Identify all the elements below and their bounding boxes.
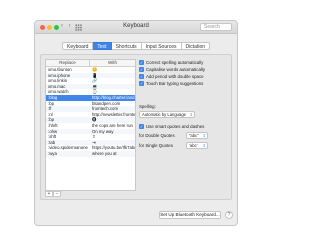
checkbox-checked-icon[interactable]: ✓ bbox=[139, 123, 144, 129]
keyboard-window: ‹ › Keyboard Search Keyboard Text Shortc… bbox=[34, 20, 238, 226]
single-quotes-value: ‘abc’ bbox=[189, 143, 198, 148]
column-with-header[interactable]: With bbox=[90, 60, 135, 66]
tab-keyboard[interactable]: Keyboard bbox=[61, 42, 94, 50]
help-button[interactable]: ? bbox=[225, 211, 233, 219]
remove-replacement-button[interactable]: − bbox=[53, 191, 61, 197]
text-panel: Replace With xmo.tbunton 🙂 xmo.iphone 📱 xm… bbox=[40, 54, 232, 200]
tab-text[interactable]: Text bbox=[93, 42, 112, 50]
column-replace-header[interactable]: Replace bbox=[46, 60, 90, 66]
with-cell: where you at bbox=[92, 150, 117, 156]
chevron-updown-icon: ⇕ bbox=[202, 133, 206, 138]
checkbox-checked-icon[interactable]: ✓ bbox=[139, 80, 144, 86]
table-edit-buttons: + − bbox=[45, 191, 61, 197]
option-smart-quotes[interactable]: ✓ Use smart quotes and dashes bbox=[139, 123, 204, 129]
option-label: Capitalise words automatically bbox=[146, 66, 206, 72]
title-bar: ‹ › Keyboard Search bbox=[35, 21, 237, 34]
option-touch-bar-suggestions[interactable]: ✓ Touch Bar typing suggestions bbox=[139, 80, 231, 86]
table-body: xmo.tbunton 🙂 xmo.iphone 📱 xmo.linkin 🔗 xmo… bbox=[46, 67, 135, 157]
option-capitalise-words[interactable]: ✓ Capitalise words automatically bbox=[139, 66, 231, 72]
checkbox-checked-icon[interactable]: ✓ bbox=[139, 73, 144, 79]
text-options: ✓ Correct spelling automatically ✓ Capit… bbox=[139, 59, 231, 87]
table-row[interactable]: :wya where you at bbox=[46, 150, 135, 157]
option-label: Add period with double space bbox=[146, 73, 204, 79]
add-replacement-button[interactable]: + bbox=[45, 191, 53, 197]
double-quotes-value: “abc” bbox=[189, 133, 199, 138]
replacement-table: Replace With xmo.tbunton 🙂 xmo.iphone 📱 xm… bbox=[45, 59, 136, 191]
double-quotes-select[interactable]: “abc” ⇕ bbox=[186, 132, 208, 139]
single-quotes-label: for Single Quotes bbox=[139, 143, 173, 148]
option-label: Use smart quotes and dashes bbox=[146, 123, 205, 129]
option-double-space-period[interactable]: ✓ Add period with double space bbox=[139, 73, 231, 79]
spelling-select[interactable]: Automatic by Language ⇕ bbox=[139, 111, 195, 118]
search-input[interactable]: Search bbox=[200, 23, 232, 31]
option-label: Touch Bar typing suggestions bbox=[146, 80, 204, 86]
replace-cell: :wya bbox=[48, 150, 57, 156]
spelling-value: Automatic by Language bbox=[142, 112, 186, 117]
double-quotes-row: for Double Quotes “abc” ⇕ bbox=[139, 132, 233, 139]
tab-dictation[interactable]: Dictation bbox=[181, 42, 210, 50]
option-correct-spelling[interactable]: ✓ Correct spelling automatically bbox=[139, 59, 231, 65]
single-quotes-row: for Single Quotes ‘abc’ ⇕ bbox=[139, 142, 233, 149]
tab-input-sources[interactable]: Input Sources bbox=[141, 42, 182, 50]
spelling-label: Spelling: bbox=[139, 104, 156, 109]
option-label: Correct spelling automatically bbox=[146, 59, 204, 65]
chevron-updown-icon: ⇕ bbox=[189, 112, 193, 117]
tab-bar: Keyboard Text Shortcuts Input Sources Di… bbox=[35, 42, 237, 50]
table-header: Replace With bbox=[46, 60, 135, 67]
double-quotes-label: for Double Quotes bbox=[139, 133, 175, 138]
tab-shortcuts[interactable]: Shortcuts bbox=[111, 42, 142, 50]
checkbox-checked-icon[interactable]: ✓ bbox=[139, 66, 144, 72]
chevron-updown-icon: ⇕ bbox=[202, 143, 206, 148]
checkbox-checked-icon[interactable]: ✓ bbox=[139, 59, 144, 65]
setup-bluetooth-keyboard-button[interactable]: Set Up Bluetooth Keyboard... bbox=[159, 211, 221, 219]
single-quotes-select[interactable]: ‘abc’ ⇕ bbox=[186, 142, 208, 149]
